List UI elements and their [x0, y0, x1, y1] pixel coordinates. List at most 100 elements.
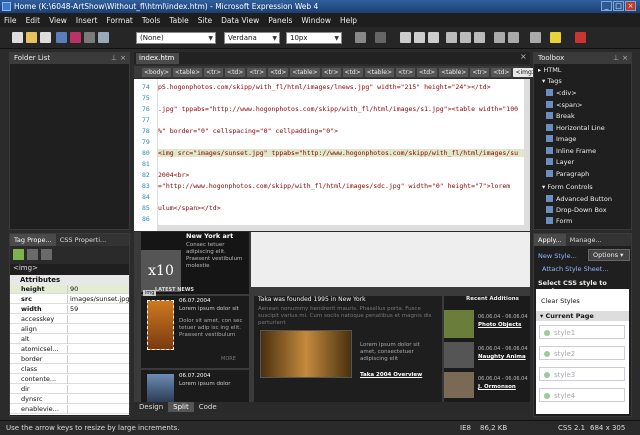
- breadcrumb-tag[interactable]: <tr>: [321, 67, 341, 77]
- border-icon[interactable]: [530, 32, 541, 43]
- breadcrumb-tag[interactable]: <table>: [172, 67, 203, 77]
- menu-help[interactable]: Help: [340, 16, 357, 25]
- more-link[interactable]: MORE: [221, 356, 236, 362]
- toolbox-form-group[interactable]: ▾ Form Controls: [542, 183, 593, 191]
- close-button[interactable]: ×: [625, 1, 636, 11]
- show-categorized-icon[interactable]: [13, 249, 24, 260]
- attribute-row[interactable]: dynsrc: [10, 395, 129, 404]
- sunset-image[interactable]: [147, 300, 174, 350]
- publish-icon[interactable]: [70, 32, 81, 43]
- attribute-value[interactable]: [67, 325, 129, 334]
- menu-tools[interactable]: Tools: [142, 16, 160, 25]
- maximize-button[interactable]: □: [613, 1, 624, 11]
- attribute-value[interactable]: images/sunset.jpg: [67, 295, 129, 304]
- toolbox-item[interactable]: <div>: [546, 89, 577, 97]
- attribute-value[interactable]: [67, 375, 129, 384]
- style-item[interactable]: style1: [539, 325, 625, 339]
- tab-tag-properties[interactable]: Tag Prope...: [10, 234, 56, 246]
- menu-format[interactable]: Format: [106, 16, 132, 25]
- toolbox-item[interactable]: Break: [546, 112, 575, 120]
- tab-design[interactable]: Design: [134, 402, 168, 412]
- breadcrumb-tag[interactable]: <tr>: [204, 67, 224, 77]
- attribute-row[interactable]: accesskey: [10, 315, 129, 324]
- attribute-row[interactable]: align: [10, 325, 129, 334]
- size-select[interactable]: 10px ▼: [286, 32, 342, 44]
- menu-window[interactable]: Window: [301, 16, 331, 25]
- attribute-row[interactable]: contente...: [10, 375, 129, 384]
- close-icon[interactable]: ×: [520, 52, 527, 61]
- style-item[interactable]: style3: [539, 367, 625, 381]
- breadcrumb-tag[interactable]: <table>: [290, 67, 320, 77]
- attribute-row[interactable]: src images/sunset.jpg: [10, 295, 129, 304]
- italic-icon[interactable]: [414, 32, 425, 43]
- toolbox-form-item[interactable]: Drop-Down Box: [546, 206, 607, 214]
- clear-styles-item[interactable]: Clear Styles: [541, 297, 580, 305]
- minimize-button[interactable]: _: [601, 1, 612, 11]
- attribute-value[interactable]: [67, 345, 129, 354]
- preview-icon[interactable]: [84, 32, 95, 43]
- overview-link[interactable]: Taka 2004 Overview: [360, 372, 422, 378]
- toolbox-form-item[interactable]: Form: [546, 217, 572, 225]
- menu-panels[interactable]: Panels: [268, 16, 292, 25]
- new-style-link[interactable]: New Style...: [538, 252, 577, 260]
- tab-css-properties[interactable]: CSS Properti...: [56, 234, 111, 246]
- attribute-value[interactable]: [67, 385, 129, 394]
- toolbox-item[interactable]: <span>: [546, 100, 583, 109]
- attach-stylesheet-link[interactable]: Attach Style Sheet...: [542, 265, 609, 273]
- underline-icon[interactable]: [428, 32, 439, 43]
- tab-apply-styles[interactable]: Apply...: [534, 234, 566, 246]
- toolbox-item[interactable]: Horizontal Line: [546, 123, 605, 132]
- code-editor[interactable]: 74 75 76 77 78 79 80 81 82 83 84 85 86 pS.hogonphoto…: [134, 79, 530, 231]
- align-right-icon[interactable]: [474, 32, 485, 43]
- pin-icon[interactable]: ⊥: [111, 53, 117, 64]
- attribute-row[interactable]: dir: [10, 385, 129, 394]
- attribute-value[interactable]: [67, 315, 129, 324]
- layers-icon[interactable]: [98, 32, 109, 43]
- font-select[interactable]: Verdana ▼: [224, 32, 280, 44]
- tab-code[interactable]: Code: [194, 402, 222, 412]
- menu-edit[interactable]: Edit: [26, 16, 41, 25]
- menu-site[interactable]: Site: [198, 16, 212, 25]
- horizontal-scrollbar[interactable]: [158, 225, 524, 231]
- style-select[interactable]: (None) ▼: [136, 32, 216, 44]
- breadcrumb-tag[interactable]: <tr>: [247, 67, 267, 77]
- toolbox-form-item[interactable]: Advanced Button: [546, 195, 612, 203]
- close-icon[interactable]: ×: [622, 53, 628, 64]
- sort-alpha-icon[interactable]: [27, 249, 38, 260]
- show-set-properties-icon[interactable]: [41, 249, 52, 260]
- breadcrumb-tag[interactable]: <td>: [268, 67, 289, 77]
- attribute-value[interactable]: [67, 405, 129, 414]
- list-icon[interactable]: [494, 32, 505, 43]
- tab-index-htm[interactable]: index.htm: [136, 53, 179, 64]
- page-dimensions[interactable]: 684 x 305: [590, 421, 625, 435]
- tab-manage-styles[interactable]: Manage...: [566, 234, 606, 246]
- close-icon[interactable]: ×: [120, 53, 126, 64]
- breadcrumb-tag[interactable]: <td>: [491, 67, 512, 77]
- browser-compat[interactable]: IE8: [460, 421, 471, 435]
- breadcrumb-tag[interactable]: <td>: [342, 67, 363, 77]
- attribute-row[interactable]: class: [10, 365, 129, 374]
- breadcrumb-tag[interactable]: <body>: [142, 67, 171, 77]
- attribute-row[interactable]: border: [10, 355, 129, 364]
- align-center-icon[interactable]: [460, 32, 471, 43]
- attribute-value[interactable]: [67, 355, 129, 364]
- attribute-value[interactable]: [67, 365, 129, 374]
- new-file-icon[interactable]: [40, 32, 51, 43]
- menu-table[interactable]: Table: [169, 16, 188, 25]
- tab-split[interactable]: Split: [168, 402, 194, 412]
- new-page-icon[interactable]: [12, 32, 23, 43]
- recent3-title[interactable]: J. Ormonson: [478, 384, 516, 390]
- undo-icon[interactable]: [355, 32, 366, 43]
- vertical-scrollbar[interactable]: [524, 79, 530, 231]
- redo-icon[interactable]: [375, 32, 386, 43]
- attribute-row[interactable]: width 59: [10, 305, 129, 314]
- toolbox-html-group[interactable]: ▸ HTML: [538, 66, 561, 74]
- save-icon[interactable]: [56, 32, 67, 43]
- breadcrumb-tag[interactable]: <tr>: [395, 67, 415, 77]
- align-left-icon[interactable]: [446, 32, 457, 43]
- attribute-value[interactable]: [67, 335, 129, 344]
- breadcrumb-tag[interactable]: <td>: [416, 67, 438, 77]
- breadcrumb-tag[interactable]: <table>: [364, 67, 394, 77]
- toolbox-item[interactable]: Image: [546, 135, 576, 143]
- attribute-row[interactable]: atomicsel...: [10, 345, 129, 354]
